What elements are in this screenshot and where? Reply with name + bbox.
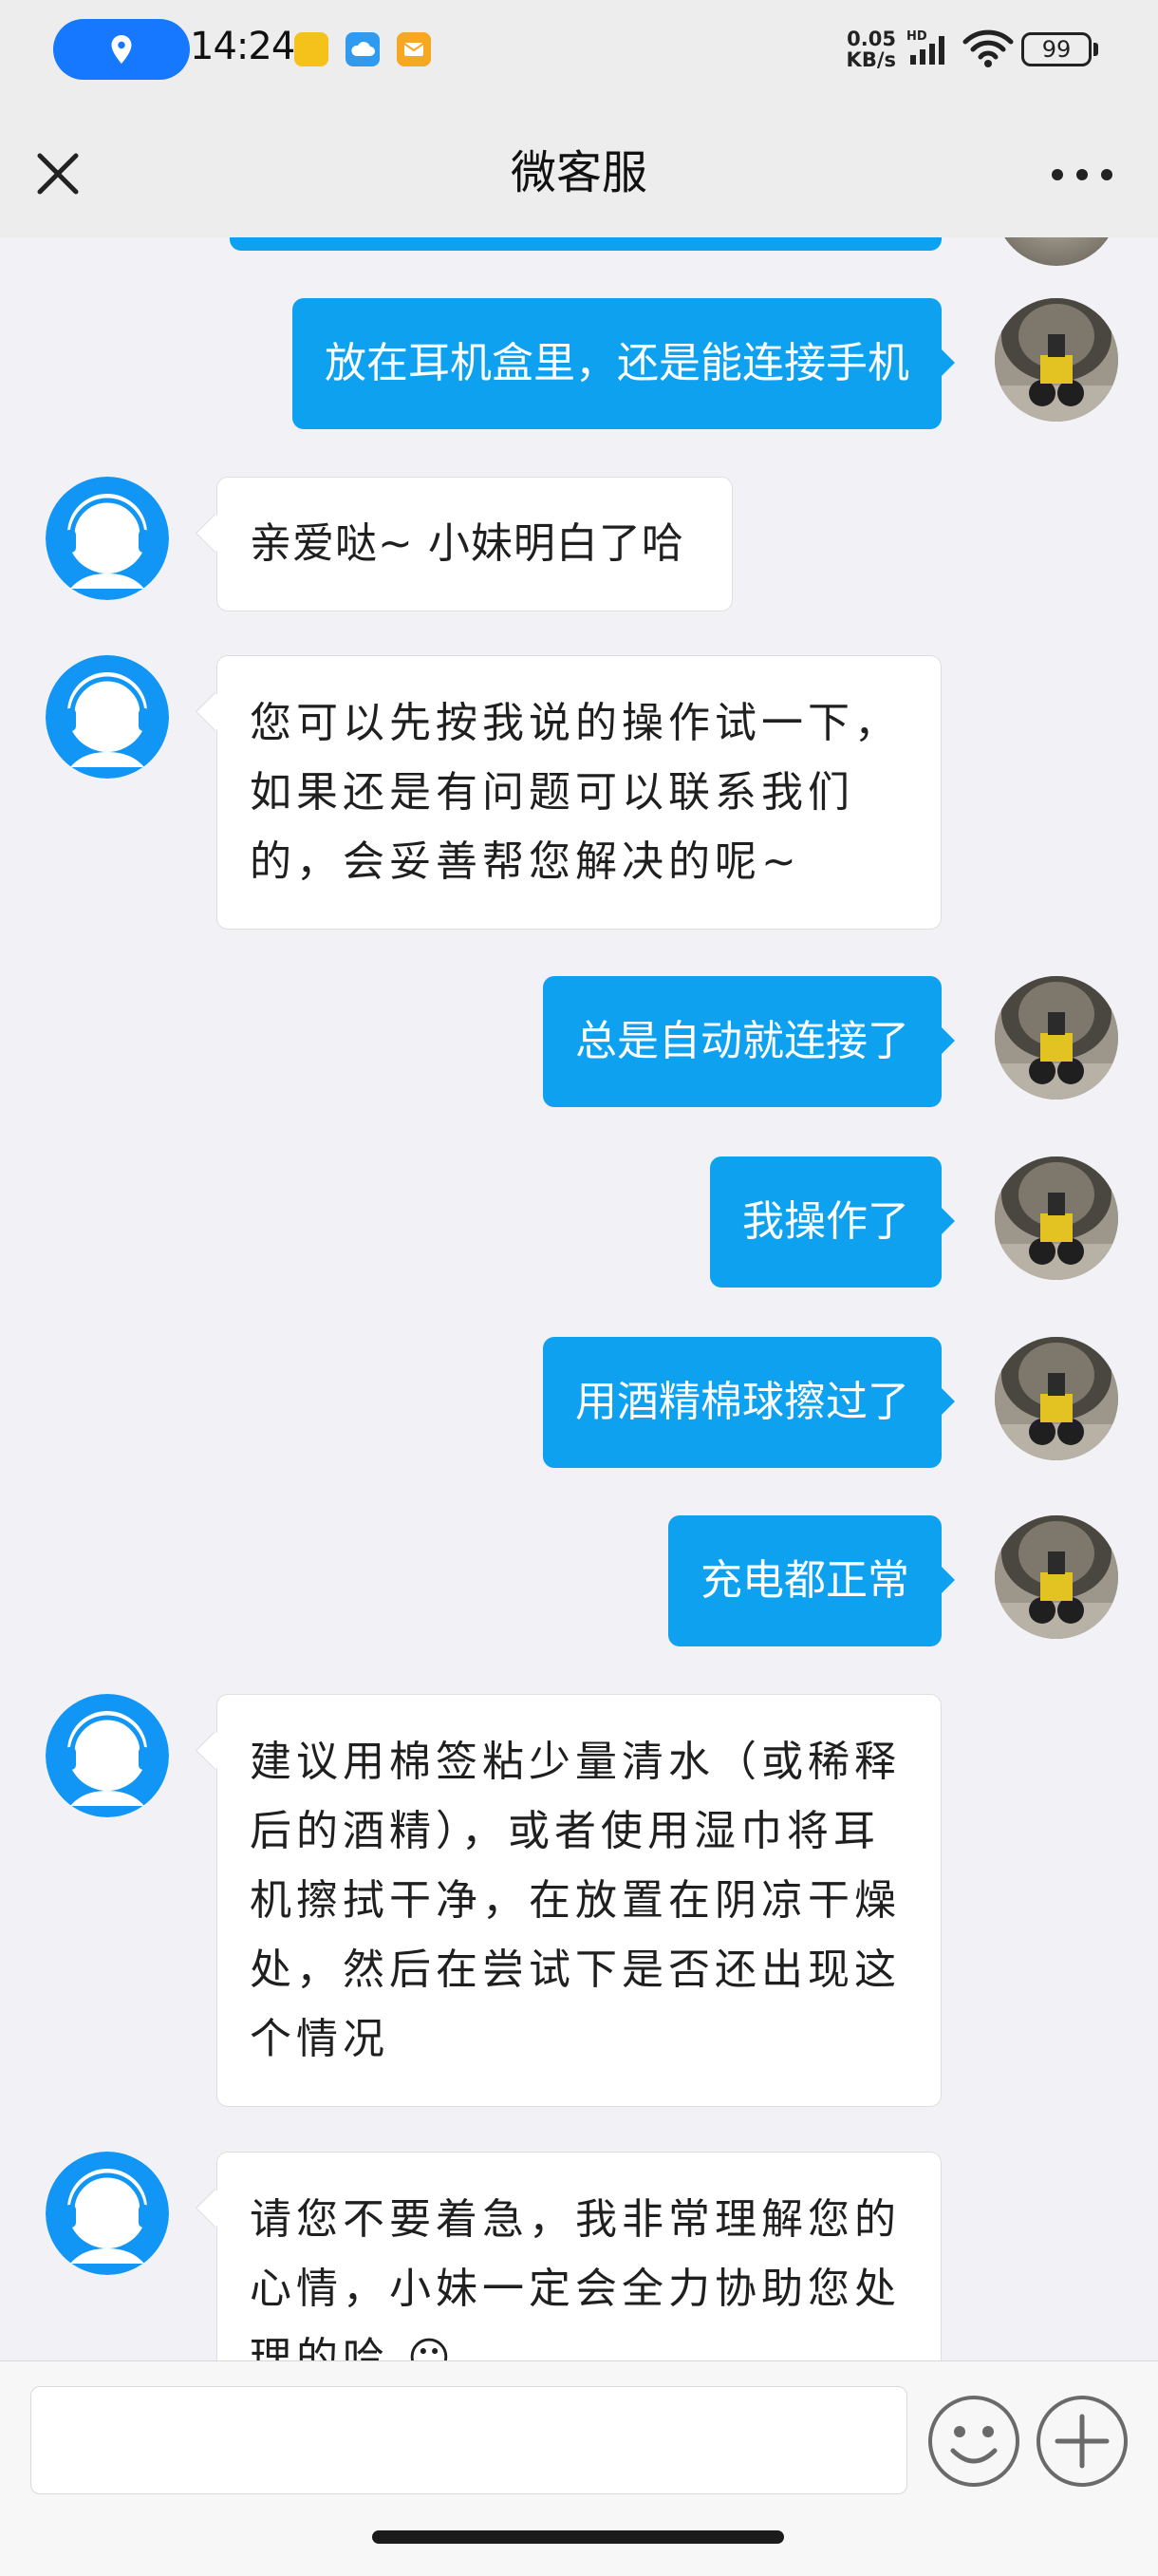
cloud-notification-icon [346, 32, 380, 66]
signal-icon: HD [906, 29, 944, 65]
customer-service-icon [46, 655, 169, 779]
message-line: 如果还是有问题可以联系我们 [250, 768, 854, 817]
message-text: 亲爱哒~ 小妹明白了哈 [250, 519, 684, 568]
agent-avatar[interactable] [46, 655, 169, 779]
customer-service-icon [46, 2152, 169, 2275]
plus-icon[interactable] [1035, 2394, 1130, 2489]
message-line: 建议用棉签粘少量清水（或稀释 [250, 1738, 901, 1786]
previous-message-partial [230, 237, 942, 251]
motorcycle-photo [995, 298, 1118, 422]
message-text: 我操作了 [742, 1197, 909, 1246]
message-line: 后的酒精），或者使用湿巾将耳 [250, 1807, 880, 1855]
location-pin-icon [111, 35, 132, 64]
network-speed-unit: KB/s [846, 48, 896, 71]
wifi-icon [962, 29, 1014, 67]
outgoing-message[interactable]: 充电都正常 [668, 1515, 955, 1646]
network-type-label: HD [906, 29, 927, 44]
customer-service-icon [46, 477, 169, 600]
message-input-bar [0, 2360, 1158, 2576]
more-dots-icon[interactable] [1044, 156, 1120, 194]
chat-message-list[interactable]: 放在耳机盒里，还是能连接手机 亲爱哒~ 小妹明白了哈 您可以先按我说的操作试一下… [0, 237, 1158, 2360]
network-speed-value: 0.05 [847, 28, 896, 50]
app-notification-icon-1 [294, 32, 328, 66]
outgoing-message[interactable]: 总是自动就连接了 [543, 976, 955, 1107]
user-avatar[interactable] [995, 1337, 1118, 1460]
message-text: 总是自动就连接了 [575, 1017, 909, 1065]
message-line: 个情况 [250, 2015, 389, 2063]
message-line: 请您不要着急，我非常理解您的 [250, 2195, 901, 2244]
home-indicator[interactable] [372, 2530, 784, 2544]
customer-service-icon [46, 1694, 169, 1817]
message-line: 的，会妥善帮您解决的呢~ [250, 837, 801, 886]
message-text: 用酒精棉球擦过了 [575, 1378, 909, 1426]
location-indicator[interactable] [53, 19, 190, 80]
status-time: 14:24 [190, 25, 295, 68]
chat-header: 微客服 [0, 103, 1158, 237]
agent-avatar[interactable] [46, 1694, 169, 1817]
motorcycle-photo [995, 1156, 1118, 1280]
incoming-message[interactable]: 建议用棉签粘少量清水（或稀释 后的酒精），或者使用湿巾将耳 机擦拭干净，在放置在… [216, 1694, 942, 2107]
status-bar: 14:24 0.05 KB/s HD 99 [0, 0, 1158, 103]
network-speed: 0.05 KB/s [835, 28, 896, 70]
message-line: 机擦拭干净，在放置在阴凉干燥 [250, 1876, 901, 1925]
outgoing-message[interactable]: 放在耳机盒里，还是能连接手机 [292, 298, 955, 429]
message-line: 您可以先按我说的操作试一下， [250, 699, 901, 747]
user-avatar[interactable] [995, 1515, 1118, 1639]
user-avatar[interactable] [995, 298, 1118, 422]
battery-indicator: 99 [1021, 32, 1092, 66]
message-line: 理的哈 😶 [250, 2334, 456, 2360]
incoming-message[interactable]: 您可以先按我说的操作试一下， 如果还是有问题可以联系我们 的，会妥善帮您解决的呢… [216, 655, 942, 930]
agent-avatar[interactable] [46, 2152, 169, 2275]
message-line: 心情，小妹一定会全力协助您处 [250, 2265, 901, 2313]
incoming-message[interactable]: 亲爱哒~ 小妹明白了哈 [216, 477, 733, 611]
motorcycle-photo [995, 1515, 1118, 1639]
battery-tip [1093, 43, 1098, 56]
page-title: 微客服 [510, 146, 647, 199]
message-input[interactable] [30, 2386, 907, 2494]
message-text: 放在耳机盒里，还是能连接手机 [325, 339, 909, 387]
outgoing-message[interactable]: 我操作了 [710, 1156, 955, 1288]
message-line: 处，然后在尝试下是否还出现这 [250, 1946, 901, 1994]
user-avatar-partial [995, 237, 1118, 266]
incoming-message[interactable]: 请您不要着急，我非常理解您的 心情，小妹一定会全力协助您处 理的哈 😶 [216, 2152, 942, 2360]
motorcycle-photo [995, 976, 1118, 1100]
message-text: 充电都正常 [700, 1556, 909, 1605]
user-avatar[interactable] [995, 1156, 1118, 1280]
motorcycle-photo [995, 1337, 1118, 1460]
emoji-icon[interactable] [926, 2394, 1021, 2489]
user-avatar[interactable] [995, 976, 1118, 1100]
agent-avatar[interactable] [46, 477, 169, 600]
mail-notification-icon [397, 32, 431, 66]
outgoing-message[interactable]: 用酒精棉球擦过了 [543, 1337, 955, 1468]
